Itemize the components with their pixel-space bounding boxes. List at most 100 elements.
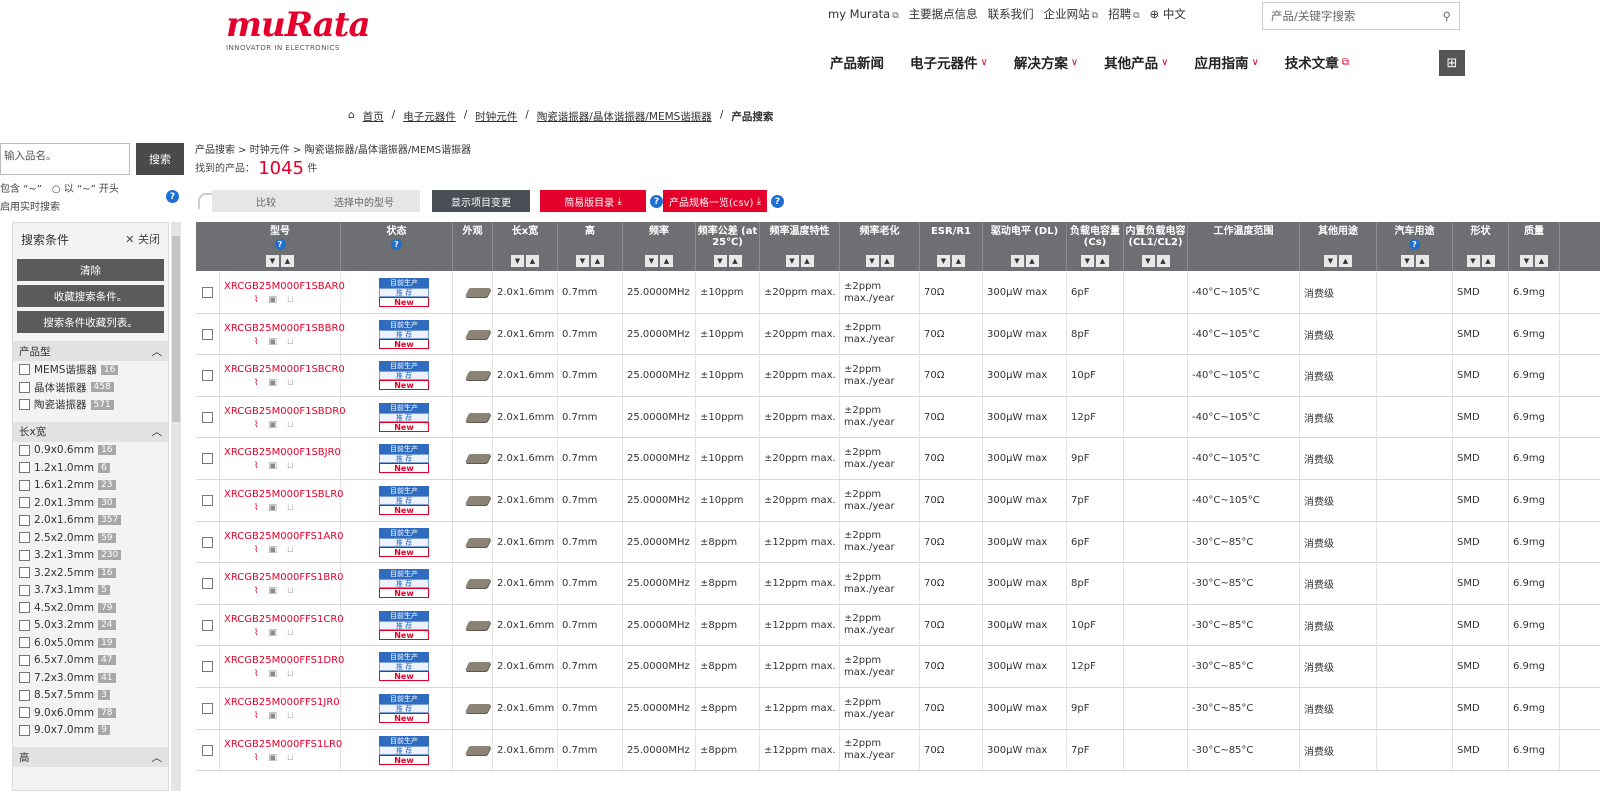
part-number-link[interactable]: XRCGB25M000F1SBCR0 <box>224 363 345 376</box>
cart-icon[interactable]: ⊔ <box>287 586 294 596</box>
util-link[interactable]: 招聘 ⧉ <box>1108 6 1139 22</box>
main-nav-item[interactable]: 产品新闻 <box>830 52 884 72</box>
filter-option[interactable]: 0.9x0.6mm 16 <box>13 442 168 460</box>
cart-icon[interactable]: ⊔ <box>287 669 294 679</box>
component-image[interactable] <box>464 496 492 505</box>
part-number-link[interactable]: XRCGB25M000FFS1DR0 <box>224 654 344 667</box>
part-number-link[interactable]: XRCGB25M000FFS1CR0 <box>224 613 344 626</box>
cart-icon[interactable]: ⊔ <box>287 420 294 430</box>
row-checkbox[interactable] <box>202 411 213 423</box>
filter-option[interactable]: 4.5x2.0mm 79 <box>13 599 168 617</box>
option-starts-with[interactable]: ○ 以 “~” 开头 <box>52 180 119 195</box>
part-number-link[interactable]: XRCGB25M000F1SBJR0 <box>224 446 341 459</box>
sort-ascending-icon[interactable]: ▲ <box>591 255 604 267</box>
help-icon[interactable]: ? <box>650 195 663 208</box>
document-icon[interactable]: ▣ <box>268 586 277 596</box>
document-icon[interactable]: ▣ <box>268 378 277 388</box>
breadcrumb-link[interactable]: 首页 <box>363 109 384 124</box>
filter-option[interactable]: 3.2x2.5mm 16 <box>13 564 168 582</box>
filter-checkbox[interactable] <box>19 514 30 526</box>
part-number-link[interactable]: XRCGB25M000F1SBBR0 <box>224 322 345 335</box>
sort-ascending-icon[interactable]: ▲ <box>952 255 965 267</box>
filter-option[interactable]: 1.6x1.2mm 23 <box>13 477 168 495</box>
component-image[interactable] <box>464 704 492 713</box>
document-icon[interactable]: ▣ <box>268 420 277 430</box>
sort-descending-icon[interactable]: ▼ <box>1081 255 1094 267</box>
main-nav-item[interactable]: 电子元器件 ∨ <box>910 52 988 72</box>
component-image[interactable] <box>464 620 492 630</box>
sort-descending-icon[interactable]: ▼ <box>266 255 279 267</box>
row-checkbox[interactable] <box>202 328 213 340</box>
help-icon[interactable]: ? <box>274 239 286 250</box>
datasheet-icon[interactable]: ⌇ <box>254 503 258 513</box>
main-nav-item[interactable]: 应用指南 ∨ <box>1194 52 1258 72</box>
language-selector[interactable]: ⊕ 中文 <box>1150 6 1186 22</box>
filter-checkbox[interactable] <box>19 381 30 393</box>
filter-group-title[interactable]: 高 ︿ <box>13 747 168 767</box>
util-link[interactable]: my Murata ⧉ <box>828 7 899 21</box>
option-contains[interactable]: 包含 “~” <box>0 180 42 195</box>
document-icon[interactable]: ▣ <box>268 669 277 679</box>
sort-descending-icon[interactable]: ▼ <box>785 255 799 267</box>
part-number-link[interactable]: XRCGB25M000F1SBAR0 <box>224 280 345 293</box>
document-icon[interactable]: ▣ <box>268 753 277 763</box>
datasheet-icon[interactable]: ⌇ <box>254 420 258 430</box>
datasheet-icon[interactable]: ⌇ <box>254 461 258 471</box>
part-number-link[interactable]: XRCGB25M000FFS1BR0 <box>224 571 344 584</box>
sort-descending-icon[interactable]: ▼ <box>576 255 589 267</box>
filter-option[interactable]: 2.0x1.6mm 357 <box>13 512 168 530</box>
cart-icon[interactable]: ⊔ <box>287 503 294 513</box>
document-icon[interactable]: ▣ <box>268 545 277 555</box>
spec-csv-button[interactable]: 产品规格一览(csv) ⤓ <box>663 190 767 212</box>
filter-option[interactable]: 6.5x7.0mm 47 <box>13 652 168 670</box>
sidebar-action-button[interactable]: 搜索条件收藏列表。 <box>17 311 164 333</box>
selected-models-button[interactable]: 选择中的型号 <box>334 194 394 209</box>
sitemap-icon[interactable]: ⊞ <box>1439 50 1465 76</box>
sort-descending-icon[interactable]: ▼ <box>1324 255 1337 267</box>
filter-option[interactable]: 晶体谐振器 458 <box>13 379 168 397</box>
help-icon[interactable]: ? <box>391 239 402 250</box>
row-checkbox[interactable] <box>202 370 213 382</box>
document-icon[interactable]: ▣ <box>268 711 277 721</box>
help-icon[interactable]: ? <box>1409 239 1420 250</box>
datasheet-icon[interactable]: ⌇ <box>254 669 258 679</box>
filter-option[interactable]: 3.7x3.1mm 5 <box>13 582 168 600</box>
realtime-label[interactable]: 启用实时搜索 <box>0 198 60 213</box>
site-search-input[interactable]: 产品/关键字搜索 ⚲ <box>1262 2 1460 30</box>
util-link[interactable]: 联系我们 <box>988 6 1034 22</box>
sort-descending-icon[interactable]: ▼ <box>1400 255 1414 267</box>
filter-group-title[interactable]: 产品型 ︿ <box>13 341 168 361</box>
filter-checkbox[interactable] <box>19 444 30 456</box>
cart-icon[interactable]: ⊔ <box>287 628 294 638</box>
murata-logo[interactable]: muRata INNOVATOR IN ELECTRONICS <box>226 8 370 52</box>
filter-option[interactable]: 5.0x3.2mm 24 <box>13 617 168 635</box>
filter-checkbox[interactable] <box>19 707 30 719</box>
sort-ascending-icon[interactable]: ▲ <box>800 255 814 267</box>
cart-icon[interactable]: ⊔ <box>287 711 294 721</box>
sort-descending-icon[interactable]: ▼ <box>1466 255 1480 267</box>
sort-ascending-icon[interactable]: ▲ <box>526 255 539 267</box>
sidebar-action-button[interactable]: 清除 <box>17 259 164 281</box>
datasheet-icon[interactable]: ⌇ <box>254 753 258 763</box>
cart-icon[interactable]: ⊔ <box>287 337 294 347</box>
sort-descending-icon[interactable]: ▼ <box>1520 255 1533 267</box>
sort-ascending-icon[interactable]: ▲ <box>281 255 294 267</box>
display-change-button[interactable]: 显示项目变更 <box>432 190 530 212</box>
filter-option[interactable]: 6.0x5.0mm 19 <box>13 634 168 652</box>
filter-checkbox[interactable] <box>19 479 30 491</box>
row-checkbox[interactable] <box>202 578 213 590</box>
filter-checkbox[interactable] <box>19 602 30 614</box>
filter-checkbox[interactable] <box>19 549 30 561</box>
util-link[interactable]: 企业网站 ⧉ <box>1044 6 1098 22</box>
filter-option[interactable]: 3.2x1.3mm 230 <box>13 547 168 565</box>
sort-descending-icon[interactable]: ▼ <box>1141 255 1155 267</box>
filter-option[interactable]: 9.0x7.0mm 9 <box>13 722 168 740</box>
main-nav-item[interactable]: 技术文章 ⧉ <box>1285 52 1349 72</box>
sort-ascending-icon[interactable]: ▲ <box>1339 255 1352 267</box>
row-checkbox[interactable] <box>202 619 213 631</box>
filter-checkbox[interactable] <box>19 654 30 666</box>
filter-checkbox[interactable] <box>19 637 30 649</box>
close-button[interactable]: ✕ 关闭 <box>125 231 160 247</box>
sort-ascending-icon[interactable]: ▲ <box>1096 255 1109 267</box>
sidebar-scroll-thumb[interactable] <box>172 236 180 422</box>
